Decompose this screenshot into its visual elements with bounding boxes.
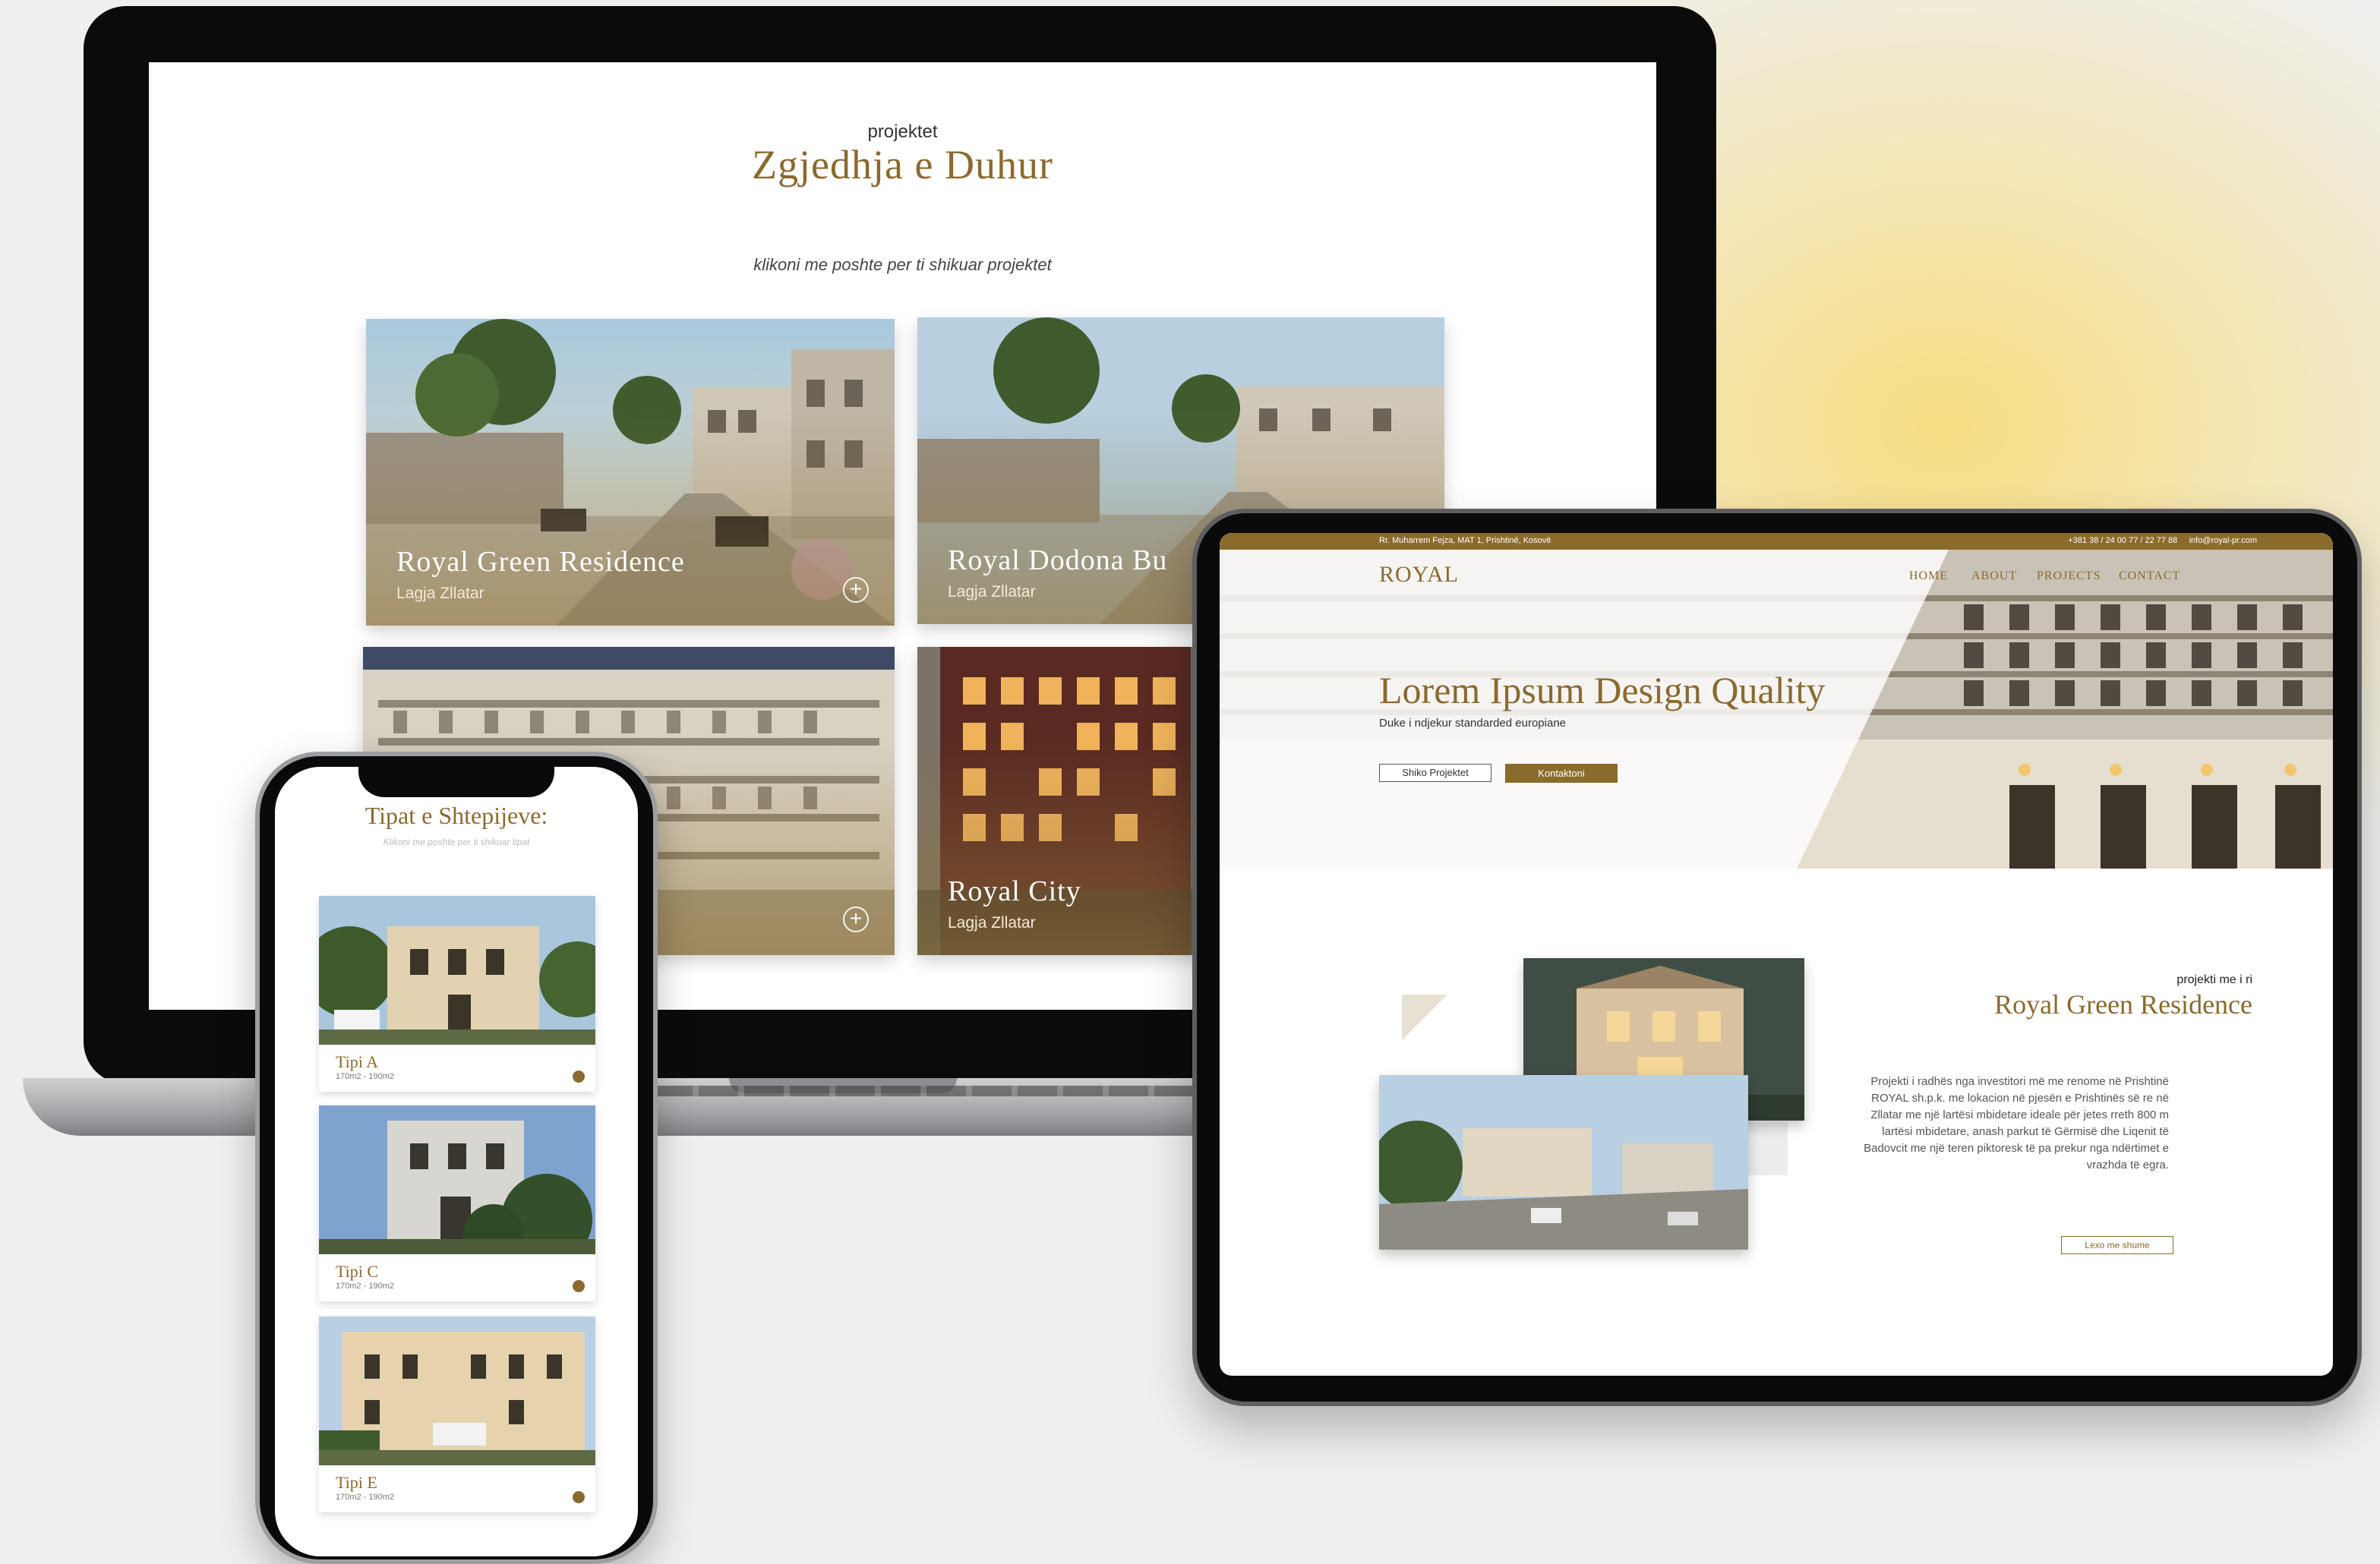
type-size: 170m2 - 190m2 [336,1282,395,1291]
nav-about[interactable]: ABOUT [1971,569,2017,583]
project-name: Royal Green Residence [396,546,685,578]
project-location: Lagja Zllatar [948,583,1036,601]
hero-subtitle: Duke i ndjekur standarded europiane [1379,717,1566,730]
contact-text: +381 38 / 24 00 77 / 22 77 88 info@royal… [2068,536,2257,545]
plus-icon[interactable]: + [843,907,869,932]
nav-contact[interactable]: CONTACT [2119,569,2180,583]
project-name: Royal Dodona Bu [948,544,1168,576]
plus-icon[interactable] [573,1491,585,1503]
type-size: 170m2 - 190m2 [336,1493,395,1502]
type-name: Tipi E [336,1473,377,1492]
view-projects-button[interactable]: Shiko Projektet [1379,764,1491,782]
type-name: Tipi C [336,1262,379,1281]
section-title: Royal Green Residence [1994,989,2252,1020]
phone-notch [358,761,554,797]
type-card-c[interactable]: Tipi C 170m2 - 190m2 [319,1105,595,1301]
section-heading: Zgjedhja e Duhur [752,142,1053,188]
plus-icon[interactable] [573,1071,585,1083]
type-size: 170m2 - 190m2 [336,1072,395,1081]
project-location: Lagja Zllatar [948,914,1036,932]
type-name: Tipi A [336,1052,379,1071]
contact-button[interactable]: Kontaktoni [1505,764,1618,783]
project-card-royal-green[interactable]: Royal Green Residence Lagja Zllatar + [366,319,895,626]
project-location: Lagja Zllatar [396,585,485,602]
type-card-a[interactable]: Tipi A 170m2 - 190m2 [304,896,615,1092]
phone-subtext: Klikoni me poshte per ti shikuar tipat [383,837,530,847]
section-eyebrow: projekti me i ri [2176,973,2252,986]
nav-home[interactable]: HOME [1909,569,1948,583]
address-text: Rr. Muharrem Fejza, MAT 1, Prishtinë, Ko… [1379,536,1551,545]
house-image [319,1316,595,1465]
plus-icon[interactable]: + [843,577,869,603]
decor-triangle [1402,995,1447,1040]
site-logo[interactable]: ROYAL [1379,562,1459,588]
house-image [319,1105,595,1265]
plus-icon[interactable] [573,1280,585,1292]
hero-title: Lorem Ipsum Design Quality [1379,669,1826,711]
villa-street-image [1379,1075,1748,1250]
house-image [304,896,615,1045]
type-card-e[interactable]: Tipi E 170m2 - 190m2 [319,1316,595,1512]
section-body: Projekti i radhës nga investitori më me … [1864,1075,2169,1171]
read-more-button[interactable]: Lexo me shume [2061,1236,2173,1254]
section-subtext: klikoni me poshte per ti shikuar projekt… [753,255,1052,274]
contact-topbar: Rr. Muharrem Fejza, MAT 1, Prishtinë, Ko… [1220,533,2333,550]
phone-heading: Tipat e Shtepijeve: [365,802,548,829]
phone-screen: Tipat e Shtepijeve: Klikoni me poshte pe… [275,767,638,1556]
section-eyebrow: projektet [867,121,938,142]
project-name: Royal City [948,875,1081,907]
nav-projects[interactable]: PROJECTS [2037,569,2101,583]
tablet-screen: Rr. Muharrem Fejza, MAT 1, Prishtinë, Ko… [1220,533,2333,1376]
